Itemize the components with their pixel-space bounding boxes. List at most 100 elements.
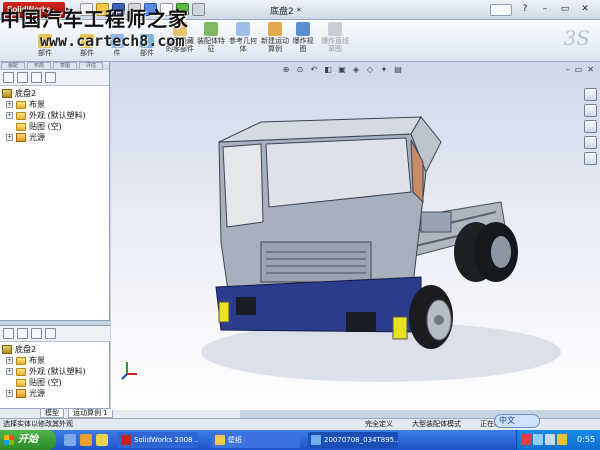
tree-item-appearance[interactable]: + 外观 (默认塑料) (2, 366, 108, 377)
window-title: 底盘2 * (270, 7, 302, 17)
ribbon-item-explode-line-sketch[interactable]: 爆炸直线草图 (320, 22, 350, 53)
assembly-icon (2, 89, 12, 98)
display-tree: 底盘2 + 布景 + 外观 (默认塑料) 贴图 (空) + 光源 (0, 86, 109, 145)
windows-logo-icon (4, 435, 14, 445)
folder-icon (16, 122, 26, 131)
search-help-box[interactable] (490, 3, 512, 16)
motion-study-icon (268, 22, 282, 36)
feature-tree-icon[interactable] (3, 72, 14, 83)
status-hint: 选择实体以修改其外观 (3, 420, 73, 428)
taskbar-item-solidworks[interactable]: SolidWorks 2008 ... (118, 432, 198, 448)
expand-icon[interactable]: + (6, 368, 13, 375)
reference-geometry-icon (236, 22, 250, 36)
start-button[interactable]: 开始 (0, 430, 56, 450)
tree-item-appearance[interactable]: + 外观 (默认塑料) (2, 110, 107, 121)
options-icon[interactable] (192, 3, 205, 16)
folder-icon (215, 435, 225, 445)
command-tabs: 装配 布局 草图 评估 (0, 62, 109, 70)
tab-layout[interactable]: 布局 (27, 62, 52, 70)
ribbon-item-assembly-features[interactable]: 装配体特征 (196, 22, 226, 53)
minimize-icon[interactable]: – (538, 3, 552, 16)
tab-assembly[interactable]: 装配 (1, 62, 26, 70)
tree-item-scene[interactable]: + 布景 (2, 355, 108, 366)
folder-icon (16, 356, 26, 365)
ribbon-item-reference-geometry[interactable]: 参考几何体 (228, 22, 258, 53)
folder-icon (16, 367, 26, 376)
quick-launch (64, 434, 108, 446)
tree-item-lights[interactable]: + 光源 (2, 388, 108, 399)
watermark-text: 中国汽车工程师之家 (0, 7, 189, 31)
display-manager-icon[interactable] (45, 72, 56, 83)
show-desktop-icon[interactable] (64, 434, 76, 446)
truck-chassis-model[interactable] (111, 62, 600, 410)
watermark-url: www.cartech8.com (40, 32, 185, 50)
reference-triad-icon (121, 362, 137, 380)
tree-item-decals[interactable]: 贴图 (空) (2, 377, 108, 388)
ime-label: 中文 (499, 416, 515, 425)
panel-toolbar (0, 70, 109, 86)
tree-root[interactable]: 底盘2 (2, 344, 108, 355)
network-icon[interactable] (533, 434, 543, 445)
title-controls: ? – ▭ ✕ (490, 3, 592, 16)
tree-root[interactable]: 底盘2 (2, 88, 107, 99)
tab-evaluate[interactable]: 评估 (79, 62, 104, 70)
system-tray: 0:55 (516, 430, 600, 450)
expand-icon[interactable]: + (6, 101, 13, 108)
tree-item-lights[interactable]: + 光源 (2, 132, 107, 143)
explode-line-icon (328, 22, 342, 36)
ribbon-item-new-motion-study[interactable]: 新建运动算例 (260, 22, 290, 53)
display-tree-bottom-list: 底盘2 + 布景 + 外观 (默认塑料) 贴图 (空) + 光源 (0, 342, 110, 401)
display-manager-icon[interactable] (45, 328, 56, 339)
media-icon[interactable] (96, 434, 108, 446)
graphics-area[interactable]: ⊕ ⊙ ↶ ◧ ▣ ◈ ◇ ✦ ▤ – ▭ ✕ (111, 62, 600, 410)
status-definition: 完全定义 (365, 420, 393, 428)
feature-tree-icon[interactable] (3, 328, 14, 339)
feature-manager-panel: 装配 布局 草图 评估 底盘2 + 布景 + 外观 (默认塑料) 贴图 (空) (0, 62, 110, 410)
folder-icon (16, 100, 26, 109)
tab-model[interactable]: 模型 (40, 409, 64, 418)
folder-icon (16, 378, 26, 387)
configuration-manager-icon[interactable] (31, 72, 42, 83)
tray-icons (521, 434, 567, 445)
alert-icon[interactable] (557, 434, 567, 445)
solidworks-icon (121, 435, 131, 445)
start-label: 开始 (18, 434, 38, 445)
status-mode: 大型装配体模式 (412, 420, 461, 428)
expand-icon[interactable]: + (6, 112, 13, 119)
assembly-icon (2, 345, 12, 354)
taskbar-item-image[interactable]: 20070708_034T895... (308, 432, 398, 448)
front-wheel (409, 285, 453, 349)
browser-icon[interactable] (80, 434, 92, 446)
panel-toolbar-bottom (0, 326, 110, 342)
tab-sketch[interactable]: 草图 (53, 62, 78, 70)
security-icon[interactable] (521, 434, 531, 445)
restore-icon[interactable]: ▭ (558, 3, 572, 16)
close-icon[interactable]: ✕ (578, 3, 592, 16)
exploded-view-icon (296, 22, 310, 36)
taskbar: 开始 SolidWorks 2008 ... 壁纸 20070708_034T8… (0, 430, 600, 450)
lights-icon (16, 133, 26, 142)
configuration-manager-icon[interactable] (31, 328, 42, 339)
assembly-features-icon (204, 22, 218, 36)
rear-wheels (454, 222, 518, 282)
folder-icon (16, 111, 26, 120)
expand-icon[interactable]: + (6, 134, 13, 141)
taskbar-item-wallpaper[interactable]: 壁纸 (212, 432, 300, 448)
display-tree-bottom: 底盘2 + 布景 + 外观 (默认塑料) 贴图 (空) + 光源 (0, 326, 110, 401)
solidworks-logo-icon: 3S (563, 26, 590, 50)
help-icon[interactable]: ? (518, 3, 532, 16)
ime-indicator[interactable]: 中文 (494, 414, 540, 428)
lights-icon (16, 389, 26, 398)
front-bumper (215, 276, 422, 340)
volume-icon[interactable] (545, 434, 555, 445)
property-manager-icon[interactable] (17, 328, 28, 339)
expand-icon[interactable]: + (6, 357, 13, 364)
ribbon-item-exploded-view[interactable]: 爆炸视图 (290, 22, 316, 53)
image-viewer-icon (311, 435, 321, 445)
clock: 0:55 (577, 435, 595, 444)
tab-motion-study[interactable]: 运动算例 1 (68, 409, 113, 418)
tree-item-decals[interactable]: 贴图 (空) (2, 121, 107, 132)
property-manager-icon[interactable] (17, 72, 28, 83)
tree-item-scene[interactable]: + 布景 (2, 99, 107, 110)
expand-icon[interactable]: + (6, 390, 13, 397)
